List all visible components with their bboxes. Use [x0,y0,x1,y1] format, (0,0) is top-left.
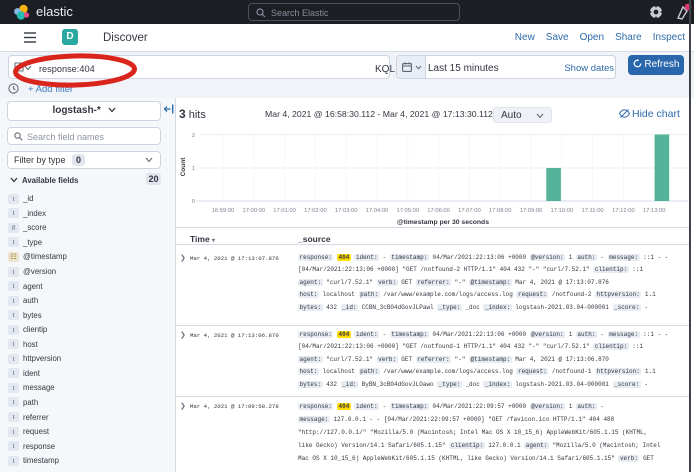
svg-text:2: 2 [192,133,195,139]
svg-text:17:10:00: 17:10:00 [551,208,574,214]
svg-text:17:02:00: 17:02:00 [304,208,327,214]
svg-text:16:59:00: 16:59:00 [212,208,235,214]
svg-text:17:07:00: 17:07:00 [458,208,481,214]
svg-text:17:13:00: 17:13:00 [643,208,666,214]
svg-text:17:08:00: 17:08:00 [489,208,512,214]
svg-text:17:05:00: 17:05:00 [397,208,420,214]
svg-text:1: 1 [192,166,195,172]
svg-text:17:06:00: 17:06:00 [427,208,450,214]
svg-text:17:01:00: 17:01:00 [273,208,296,214]
svg-text:17:00:00: 17:00:00 [243,208,266,214]
svg-text:@timestamp per 30 seconds: @timestamp per 30 seconds [397,219,489,226]
svg-text:17:11:00: 17:11:00 [582,208,604,214]
svg-text:17:12:00: 17:12:00 [612,208,635,214]
svg-text:0: 0 [192,199,195,205]
svg-text:Count: Count [180,157,187,177]
svg-text:17:04:00: 17:04:00 [366,208,389,214]
svg-text:17:09:00: 17:09:00 [520,208,543,214]
svg-text:17:03:00: 17:03:00 [335,208,358,214]
